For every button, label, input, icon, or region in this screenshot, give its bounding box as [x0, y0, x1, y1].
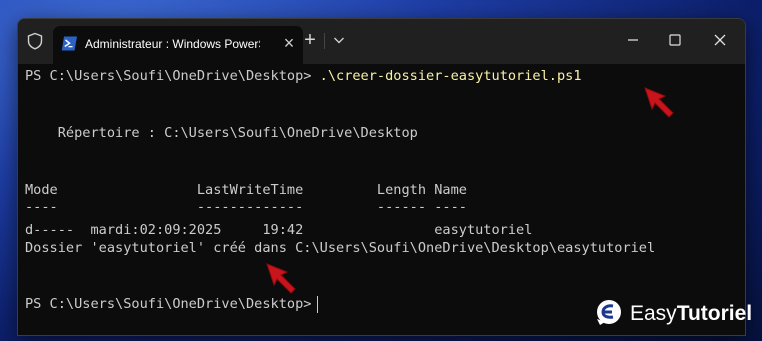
- chevron-down-icon[interactable]: [331, 31, 347, 49]
- red-arrow-icon: [266, 263, 296, 294]
- red-arrow-icon: [644, 87, 674, 118]
- terminal-output[interactable]: PS C:\Users\Soufi\OneDrive\Desktop> .\cr…: [25, 67, 745, 335]
- table-separator: ---- ------------- ------ ----: [25, 199, 467, 215]
- title-bar: Administrateur : Windows PowerShell × +: [18, 19, 745, 64]
- table-header: Mode LastWriteTime Length Name: [25, 182, 467, 198]
- text-cursor: [317, 296, 319, 313]
- brand-name: EasyTutoriel: [630, 302, 753, 325]
- command-line: PS C:\Users\Soufi\OneDrive\Desktop> .\cr…: [25, 68, 582, 85]
- shield-icon[interactable]: [26, 32, 44, 50]
- powershell-window: Administrateur : Windows PowerShell × + …: [17, 18, 746, 336]
- tab-title: Administrateur : Windows PowerShell: [85, 37, 260, 51]
- powershell-icon: [61, 36, 77, 51]
- maximize-icon[interactable]: [666, 31, 684, 49]
- divider: [324, 33, 325, 49]
- new-tab-icon[interactable]: +: [301, 30, 319, 50]
- prompt-line[interactable]: PS C:\Users\Soufi\OneDrive\Desktop>: [25, 296, 319, 313]
- result-message: Dossier 'easytutoriel' créé dans C:\User…: [25, 240, 656, 256]
- table-row: d----- mardi:02:09:2025 19:42 easytutori…: [25, 222, 533, 238]
- close-window-icon[interactable]: [711, 31, 729, 49]
- command-text: .\creer-dossier-easytutoriel.ps1: [319, 68, 582, 84]
- minimize-icon[interactable]: [624, 31, 642, 49]
- tab-powershell[interactable]: Administrateur : Windows PowerShell ×: [53, 26, 303, 64]
- directory-line: Répertoire : C:\Users\Soufi\OneDrive\Des…: [25, 125, 418, 141]
- prompt: PS C:\Users\Soufi\OneDrive\Desktop>: [25, 68, 320, 84]
- close-tab-icon[interactable]: ×: [280, 34, 298, 52]
- logo-icon: [597, 300, 621, 325]
- prompt: PS C:\Users\Soufi\OneDrive\Desktop>: [25, 296, 312, 312]
